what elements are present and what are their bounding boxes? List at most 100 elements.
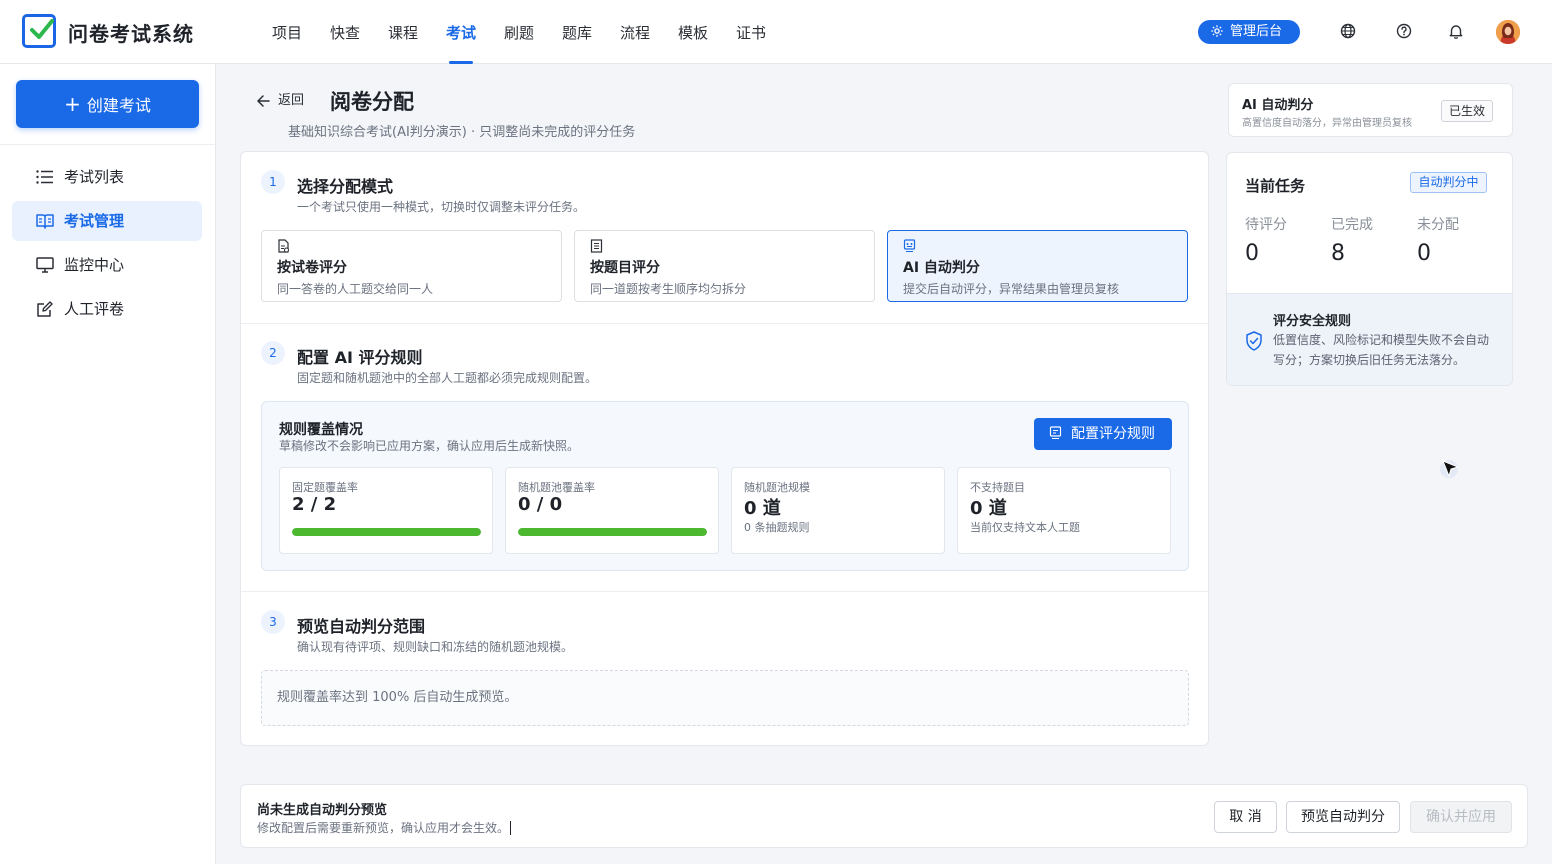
mode-card-ai-auto[interactable]: AI 自动判分 提交后自动评分，异常结果由管理员复核 bbox=[887, 230, 1188, 302]
task-stat-label: 已完成 bbox=[1331, 217, 1373, 233]
page-subtitle: 基础知识综合考试(AI判分演示) · 只调整尚未完成的评分任务 bbox=[288, 125, 636, 140]
stat-sub: 当前仅支持文本人工题 bbox=[970, 521, 1080, 534]
step-title: 选择分配模式 bbox=[297, 177, 394, 196]
globe-icon[interactable] bbox=[1339, 22, 1357, 40]
sidebar-item-monitor-center[interactable]: 监控中心 bbox=[12, 245, 202, 285]
step-description: 一个考试只使用一种模式，切换时仅调整未评分任务。 bbox=[297, 200, 586, 214]
gear-icon bbox=[1211, 25, 1223, 37]
ai-status-description: 高置信度自动落分，异常由管理员复核 bbox=[1242, 118, 1412, 129]
mode-title: 按试卷评分 bbox=[277, 260, 347, 276]
nav-item-quick-check[interactable]: 快查 bbox=[316, 0, 374, 64]
stat-unsupported: 不支持题目 0 道 当前仅支持文本人工题 bbox=[957, 467, 1171, 554]
stat-label: 随机题池覆盖率 bbox=[518, 481, 595, 494]
stat-value: 2 / 2 bbox=[292, 494, 337, 515]
stat-label: 不支持题目 bbox=[970, 481, 1025, 494]
ai-grading-status-card: AI 自动判分 高置信度自动落分，异常由管理员复核 已生效 bbox=[1228, 83, 1513, 137]
sidebar: + 创建考试 考试列表 考试管理 监控中心 人工评卷 bbox=[0, 64, 216, 864]
task-stat-value: 8 bbox=[1331, 241, 1345, 266]
preview-auto-grading-button[interactable]: 预览自动判分 bbox=[1286, 801, 1400, 833]
section-divider bbox=[241, 591, 1208, 592]
mode-card-by-paper[interactable]: 按试卷评分 同一答卷的人工题交给同一人 bbox=[261, 230, 562, 302]
nav-item-certificate[interactable]: 证书 bbox=[722, 0, 780, 64]
task-stat-value: 0 bbox=[1417, 241, 1431, 266]
stat-label: 随机题池规模 bbox=[744, 481, 810, 494]
task-stat-label: 未分配 bbox=[1417, 217, 1459, 233]
task-stat-value: 0 bbox=[1245, 241, 1259, 266]
sidebar-divider bbox=[0, 144, 215, 145]
section-divider bbox=[241, 323, 1208, 324]
step-number: 1 bbox=[261, 170, 285, 194]
nav-item-practice[interactable]: 刷题 bbox=[490, 0, 548, 64]
page-title: 阅卷分配 bbox=[330, 90, 414, 114]
step-number: 3 bbox=[261, 610, 285, 634]
coverage-progress-bar bbox=[292, 528, 481, 536]
sidebar-item-exam-list[interactable]: 考试列表 bbox=[12, 157, 202, 197]
help-icon[interactable] bbox=[1395, 22, 1413, 40]
robot-icon bbox=[903, 239, 916, 253]
mode-description: 提交后自动评分，异常结果由管理员复核 bbox=[903, 282, 1120, 296]
confirm-apply-button[interactable]: 确认并应用 bbox=[1410, 801, 1512, 833]
create-exam-button[interactable]: + 创建考试 bbox=[16, 80, 199, 128]
mouse-cursor-icon bbox=[1440, 460, 1460, 478]
stat-label: 固定题覆盖率 bbox=[292, 481, 358, 494]
stat-random-pool-size: 随机题池规模 0 道 0 条抽题规则 bbox=[731, 467, 945, 554]
sidebar-item-manual-grading[interactable]: 人工评卷 bbox=[12, 289, 202, 329]
admin-console-label: 管理后台 bbox=[1230, 24, 1283, 39]
stat-value: 0 道 bbox=[970, 498, 1007, 519]
coverage-description: 草稿修改不会影响已应用方案，确认应用后生成新快照。 bbox=[279, 439, 580, 453]
rule-coverage-panel: 规则覆盖情况 草稿修改不会影响已应用方案，确认应用后生成新快照。 配置评分规则 … bbox=[261, 401, 1189, 571]
action-footer: 尚未生成自动判分预览 修改配置后需要重新预览，确认应用才会生效。 取 消 预览自… bbox=[240, 784, 1528, 848]
status-badge: 已生效 bbox=[1441, 100, 1493, 122]
current-task-card: 当前任务 自动判分中 待评分 0 已完成 8 未分配 0 评分安全规则 低置信度… bbox=[1226, 152, 1513, 386]
progress-fill bbox=[518, 528, 707, 536]
main-nav: 项目 快查 课程 考试 刷题 题库 流程 模板 证书 bbox=[258, 0, 780, 64]
list-doc-icon bbox=[590, 239, 603, 253]
arrow-left-icon bbox=[257, 95, 270, 107]
safety-rules-panel: 评分安全规则 低置信度、风险标记和模型失败不会自动写分；方案切换后旧任务无法落分… bbox=[1227, 293, 1512, 385]
nav-item-template[interactable]: 模板 bbox=[664, 0, 722, 64]
cancel-button[interactable]: 取 消 bbox=[1214, 801, 1277, 833]
plus-icon: + bbox=[64, 92, 81, 116]
back-link[interactable]: 返回 bbox=[256, 92, 304, 110]
ai-status-title: AI 自动判分 bbox=[1242, 98, 1314, 113]
create-exam-label: 创建考试 bbox=[86, 96, 151, 115]
mode-card-by-question[interactable]: 按题目评分 同一道题按考生顺序均匀拆分 bbox=[574, 230, 875, 302]
mode-title: 按题目评分 bbox=[590, 260, 660, 276]
stat-random-pool-coverage: 随机题池覆盖率 0 / 0 bbox=[505, 467, 719, 554]
step-title: 配置 AI 评分规则 bbox=[297, 348, 423, 367]
sidebar-item-label: 监控中心 bbox=[64, 256, 125, 274]
progress-fill bbox=[292, 528, 481, 536]
stat-value: 0 / 0 bbox=[518, 494, 563, 515]
nav-item-question-bank[interactable]: 题库 bbox=[548, 0, 606, 64]
mode-description: 同一答卷的人工题交给同一人 bbox=[277, 282, 434, 296]
logo-checkbox-icon bbox=[22, 14, 56, 48]
robot-icon bbox=[1049, 426, 1062, 440]
stat-value: 0 道 bbox=[744, 498, 781, 519]
coverage-progress-bar bbox=[518, 528, 707, 536]
bell-icon[interactable] bbox=[1447, 22, 1465, 40]
mode-description: 同一道题按考生顺序均匀拆分 bbox=[590, 282, 747, 296]
safety-title: 评分安全规则 bbox=[1273, 314, 1352, 329]
mode-title: AI 自动判分 bbox=[903, 260, 980, 276]
step-number: 2 bbox=[261, 341, 285, 365]
footer-description-text: 修改配置后需要重新预览，确认应用才会生效。 bbox=[257, 821, 510, 835]
sidebar-item-exam-management[interactable]: 考试管理 bbox=[12, 201, 202, 241]
sidebar-item-label: 人工评卷 bbox=[64, 300, 125, 318]
app-title: 问卷考试系统 bbox=[68, 22, 194, 46]
list-icon bbox=[36, 170, 53, 184]
nav-item-course[interactable]: 课程 bbox=[374, 0, 432, 64]
nav-item-workflow[interactable]: 流程 bbox=[606, 0, 664, 64]
back-label: 返回 bbox=[278, 93, 305, 108]
admin-console-button[interactable]: 管理后台 bbox=[1198, 20, 1300, 44]
monitor-icon bbox=[36, 257, 54, 273]
nav-item-exam[interactable]: 考试 bbox=[432, 0, 490, 64]
shield-check-icon bbox=[1246, 331, 1262, 351]
preview-placeholder: 规则覆盖率达到 100% 后自动生成预览。 bbox=[261, 670, 1189, 726]
stat-fixed-coverage: 固定题覆盖率 2 / 2 bbox=[279, 467, 493, 554]
user-avatar[interactable] bbox=[1496, 20, 1520, 44]
distribution-card: 1 选择分配模式 一个考试只使用一种模式，切换时仅调整未评分任务。 按试卷评分 … bbox=[240, 151, 1209, 746]
task-title: 当前任务 bbox=[1245, 177, 1306, 195]
nav-item-project[interactable]: 项目 bbox=[258, 0, 316, 64]
task-status-badge: 自动判分中 bbox=[1410, 172, 1487, 193]
configure-rules-button[interactable]: 配置评分规则 bbox=[1034, 418, 1172, 450]
